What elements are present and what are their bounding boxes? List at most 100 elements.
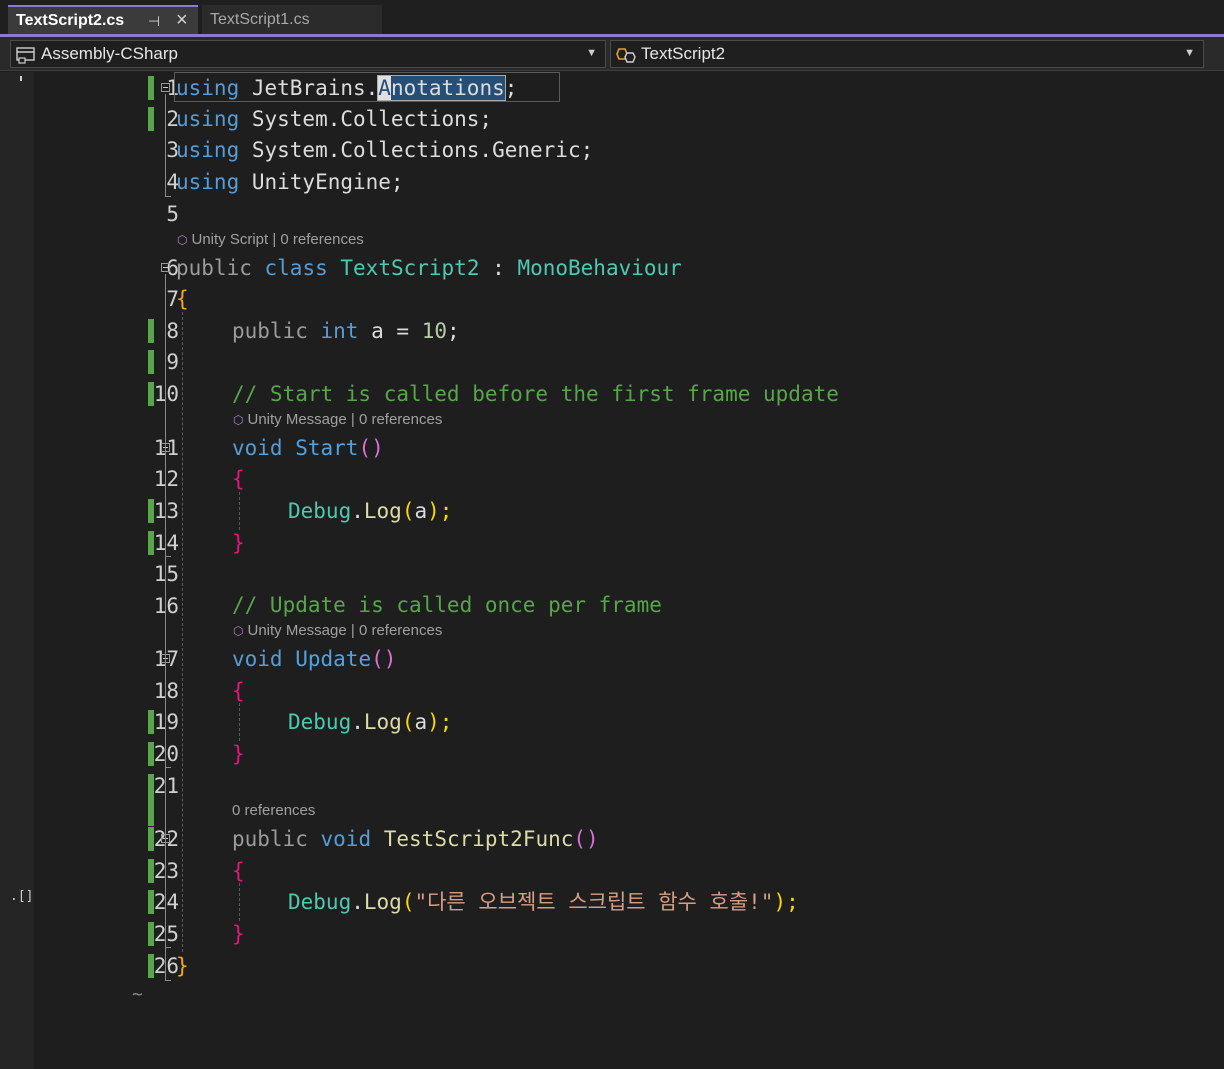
codelens-update[interactable]: ⬡ Unity Message | 0 references (233, 621, 442, 641)
line-number: 14 (153, 531, 179, 555)
code-line-17: void Update() (232, 647, 397, 671)
project-dropdown[interactable]: Assembly-CSharp ▼ (10, 40, 606, 68)
code-line-6: public class TextScript2 : MonoBehaviour (176, 256, 682, 280)
change-marker (148, 774, 154, 826)
document-tab-strip: TextScript2.cs ⊣ × TextScript1.cs (0, 0, 1224, 37)
line-number: 9 (166, 350, 179, 374)
outline-line (165, 454, 166, 556)
line-number: 16 (153, 594, 179, 618)
code-editor[interactable]: 1 using JetBrains.Anotations; 2 using Sy… (34, 72, 1224, 1069)
code-line-13: Debug.Log(a); (288, 499, 453, 523)
change-marker (148, 710, 154, 734)
change-marker (148, 531, 154, 555)
codelens-class[interactable]: ⬡ Unity Script | 0 references (177, 230, 364, 250)
current-line-highlight (174, 72, 560, 102)
outline-end (165, 767, 171, 768)
collapse-icon[interactable] (161, 263, 170, 272)
indent-guide (239, 883, 240, 921)
project-name: Assembly-CSharp (41, 44, 178, 63)
pin-icon[interactable]: ⊣ (148, 13, 160, 30)
indent-guide (239, 492, 240, 530)
line-number: 8 (166, 319, 179, 343)
line-number: 18 (153, 679, 179, 703)
outline-end (165, 947, 171, 948)
tab-textscript1[interactable]: TextScript1.cs (202, 5, 382, 34)
code-line-4: using UnityEngine; (176, 170, 404, 194)
code-line-25: } (232, 922, 245, 946)
line-number: 4 (166, 170, 179, 194)
type-name: TextScript2 (641, 44, 726, 63)
change-marker (148, 319, 154, 343)
unity-cube-icon: ⬡ (233, 413, 244, 427)
line-number: 10 (153, 382, 179, 406)
line-number: 12 (153, 467, 179, 491)
outline-line (165, 665, 166, 767)
change-marker (148, 107, 154, 131)
close-icon[interactable]: × (176, 9, 188, 32)
change-marker (148, 890, 154, 914)
code-line-14: } (232, 531, 245, 555)
chevron-down-icon[interactable]: ▼ (1184, 47, 1195, 59)
line-number: 5 (166, 202, 179, 226)
change-marker (148, 742, 154, 766)
change-marker (148, 76, 154, 100)
outline-end (165, 556, 171, 557)
code-line-26: } (176, 954, 189, 978)
bookmark-tick (20, 76, 22, 81)
code-line-11: void Start() (232, 436, 384, 460)
tab-label: TextScript1.cs (210, 10, 310, 28)
type-dropdown[interactable]: TextScript2 ▼ (610, 40, 1204, 68)
change-marker (148, 859, 154, 883)
change-marker (148, 954, 154, 978)
codelens-func[interactable]: 0 references (232, 801, 315, 821)
line-number: 19 (153, 710, 179, 734)
line-number: 2 (166, 107, 179, 131)
line-number: 13 (153, 499, 179, 523)
unity-cube-icon: ⬡ (177, 233, 188, 247)
change-marker (148, 499, 154, 523)
code-line-8: public int a = 10; (232, 319, 460, 343)
code-line-22: public void TestScript2Func() (232, 827, 599, 851)
outline-line (165, 94, 166, 196)
class-icon (615, 46, 639, 69)
navigation-bar: Assembly-CSharp ▼ TextScript2 ▼ (0, 37, 1224, 99)
codelens-start[interactable]: ⬡ Unity Message | 0 references (233, 410, 442, 430)
code-line-10: // Start is called before the first fram… (232, 382, 839, 406)
line-number: 7 (166, 287, 179, 311)
line-number: 3 (166, 138, 179, 162)
change-marker (148, 350, 154, 374)
change-marker (148, 922, 154, 946)
code-line-16: // Update is called once per frame (232, 593, 662, 617)
tab-textscript2[interactable]: TextScript2.cs ⊣ × (8, 5, 198, 34)
indicator-margin: ⬚↑ .[] (0, 72, 56, 1069)
indent-guide (182, 312, 183, 952)
line-number: 24 (153, 890, 179, 914)
chevron-down-icon[interactable]: ▼ (586, 47, 597, 59)
code-line-2: using System.Collections; (176, 107, 493, 131)
code-line-7: { (176, 287, 189, 311)
code-line-12: { (232, 467, 245, 491)
line-number: 21 (153, 774, 179, 798)
code-line-20: } (232, 742, 245, 766)
outline-line (165, 845, 166, 947)
project-icon (15, 46, 37, 69)
indent-guide (239, 703, 240, 741)
outline-end (165, 980, 171, 981)
end-of-file-marker: ~ (132, 984, 143, 1005)
line-number: 26 (153, 954, 179, 978)
code-line-18: { (232, 679, 245, 703)
line-number: 25 (153, 922, 179, 946)
code-line-3: using System.Collections.Generic; (176, 138, 594, 162)
quick-action-icon[interactable]: .[] (10, 889, 33, 904)
tab-label: TextScript2.cs (16, 11, 125, 29)
outline-end (165, 196, 171, 197)
line-number: 15 (153, 562, 179, 586)
code-line-19: Debug.Log(a); (288, 710, 453, 734)
code-line-24: Debug.Log("다른 오브젝트 스크립트 함수 호출!"); (288, 890, 799, 914)
line-number: 20 (153, 742, 179, 766)
collapse-icon[interactable] (161, 83, 170, 92)
change-marker (148, 382, 154, 406)
line-number: 23 (153, 859, 179, 883)
code-line-23: { (232, 859, 245, 883)
change-marker (148, 827, 154, 851)
